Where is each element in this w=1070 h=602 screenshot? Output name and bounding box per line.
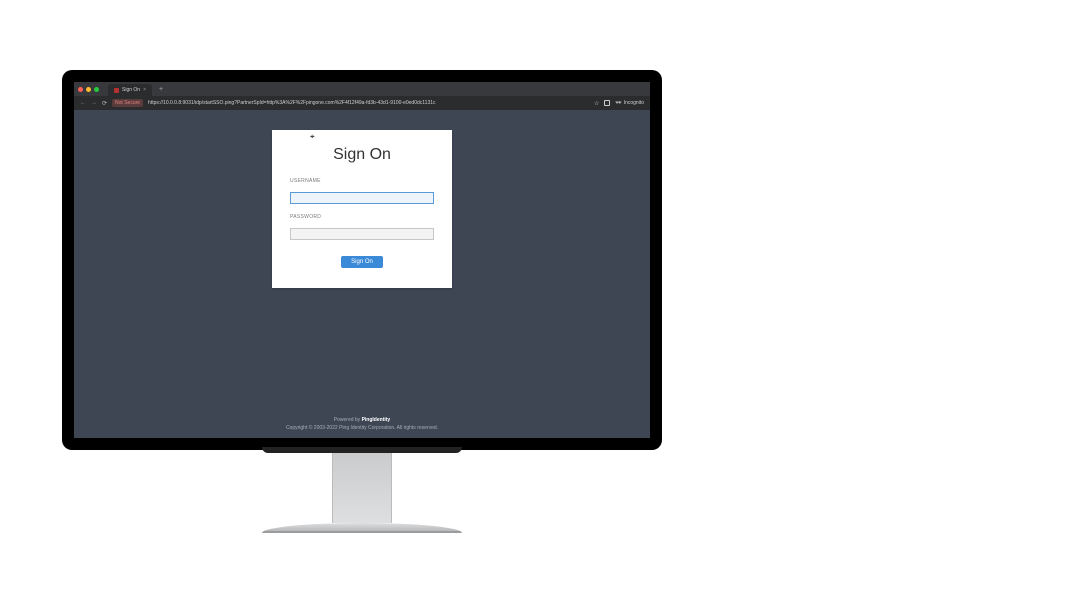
signon-button[interactable]: Sign On xyxy=(341,256,383,268)
nav-back-icon[interactable]: ← xyxy=(80,100,86,106)
traffic-light-close-icon[interactable] xyxy=(78,87,83,92)
nav-forward-icon[interactable]: → xyxy=(91,100,97,106)
copyright-line: Copyright © 2003-2022 Ping Identity Corp… xyxy=(286,424,438,432)
username-input[interactable] xyxy=(290,192,434,204)
reload-icon[interactable]: ⟳ xyxy=(102,100,107,107)
security-badge[interactable]: Not Secure xyxy=(112,99,143,107)
screen: Sign On × + ← → ⟳ Not Secure https://10.… xyxy=(74,82,650,438)
username-label: USERNAME xyxy=(290,178,434,184)
address-bar: ← → ⟳ Not Secure https://10.0.0.8:9031/i… xyxy=(74,96,650,110)
window-titlebar: Sign On × + xyxy=(74,82,650,96)
powered-by-line: Powered by PingIdentity xyxy=(286,416,438,424)
powered-by-prefix: Powered by xyxy=(334,417,362,423)
signon-card: Sign On USERNAME PASSWORD Sign On xyxy=(272,130,452,288)
bookmark-icon[interactable]: ☆ xyxy=(594,100,599,107)
browser-tab[interactable]: Sign On × xyxy=(108,84,152,96)
tab-title: Sign On xyxy=(122,87,140,93)
new-tab-button[interactable]: + xyxy=(159,86,163,93)
monitor-bezel: Sign On × + ← → ⟳ Not Secure https://10.… xyxy=(62,70,662,450)
tab-close-icon[interactable]: × xyxy=(143,87,146,93)
password-label: PASSWORD xyxy=(290,214,434,220)
page-footer: Powered by PingIdentity Copyright © 2003… xyxy=(286,416,438,438)
extensions-icon[interactable] xyxy=(604,100,610,106)
incognito-icon: 🕶 xyxy=(615,100,621,106)
url-field[interactable]: https://10.0.0.8:9031/idp/startSSO.ping?… xyxy=(148,100,589,106)
monitor-stand xyxy=(332,453,392,523)
favicon-icon xyxy=(114,88,119,93)
password-input[interactable] xyxy=(290,228,434,240)
powered-by-brand: PingIdentity xyxy=(362,417,391,423)
page-viewport: Sign On USERNAME PASSWORD Sign On Powere… xyxy=(74,110,650,438)
incognito-badge: 🕶 Incognito xyxy=(615,100,644,106)
monitor-frame: Sign On × + ← → ⟳ Not Secure https://10.… xyxy=(62,70,662,533)
page-title: Sign On xyxy=(290,146,434,164)
traffic-light-zoom-icon[interactable] xyxy=(94,87,99,92)
monitor-base xyxy=(262,523,462,533)
incognito-label: Incognito xyxy=(624,100,644,106)
traffic-light-minimize-icon[interactable] xyxy=(86,87,91,92)
